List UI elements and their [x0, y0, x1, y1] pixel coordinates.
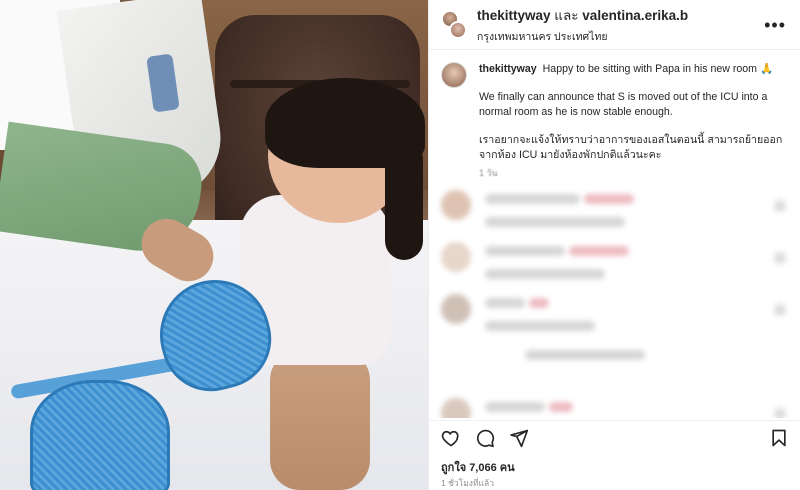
action-bar	[429, 420, 800, 454]
caption-body: thekittyway Happy to be sitting with Pap…	[479, 62, 786, 180]
list-item	[441, 346, 786, 398]
heart-icon[interactable]	[441, 428, 461, 448]
caption-line-3: เราอยากจะแจ้งให้ทราบว่าอาการของเอสในตอนน…	[479, 134, 783, 161]
avatar	[441, 242, 471, 273]
post-photo[interactable]	[0, 0, 428, 490]
avatar[interactable]	[441, 62, 467, 88]
heart-icon	[774, 200, 786, 213]
photo-child-ponytail	[385, 140, 423, 260]
bookmark-icon[interactable]	[769, 428, 789, 448]
heart-icon	[774, 304, 786, 317]
heart-icon	[774, 252, 786, 265]
avatar	[441, 346, 471, 377]
conjunction-text: และ	[554, 8, 579, 23]
post-header: thekittyway และ valentina.erika.b กรุงเท…	[429, 0, 800, 50]
list-item	[441, 242, 786, 294]
location-link[interactable]: กรุงเทพมหานคร ประเทศไทย	[477, 28, 764, 45]
header-text: thekittyway และ valentina.erika.b กรุงเท…	[477, 4, 764, 45]
avatar[interactable]	[449, 20, 467, 39]
collab-avatars[interactable]	[441, 9, 467, 40]
collab-usernames: thekittyway และ valentina.erika.b	[477, 4, 764, 26]
send-icon[interactable]	[509, 428, 529, 448]
caption-timestamp: 1 วัน	[479, 168, 498, 179]
username-link[interactable]: valentina.erika.b	[582, 8, 688, 23]
heart-icon	[774, 408, 786, 418]
list-item	[441, 294, 786, 346]
caption-line-2: We finally can announce that S is moved …	[479, 91, 768, 118]
caption-line-1: Happy to be sitting with Papa in his new…	[542, 63, 774, 75]
photo-blue-mitt-2	[30, 380, 170, 490]
comments-section: thekittyway Happy to be sitting with Pap…	[429, 50, 800, 418]
list-item	[441, 190, 786, 242]
avatar	[441, 398, 471, 418]
post-time: 1 ชั่วโมงที่แล้ว	[441, 478, 495, 488]
post-caption: thekittyway Happy to be sitting with Pap…	[441, 62, 786, 180]
likes-count[interactable]: ถูกใจ 7,066 คน	[441, 458, 515, 476]
instagram-post: thekittyway และ valentina.erika.b กรุงเท…	[0, 0, 800, 490]
blurred-comments	[441, 190, 786, 418]
more-dots-icon[interactable]: •••	[764, 16, 786, 34]
avatar	[441, 294, 471, 325]
username-link[interactable]: thekittyway	[477, 8, 551, 23]
list-item	[441, 398, 786, 418]
comment-icon[interactable]	[475, 428, 495, 448]
caption-username[interactable]: thekittyway	[479, 63, 537, 75]
avatar	[441, 190, 471, 221]
post-side-panel: thekittyway และ valentina.erika.b กรุงเท…	[428, 0, 800, 490]
photo-child-leg	[270, 350, 370, 490]
